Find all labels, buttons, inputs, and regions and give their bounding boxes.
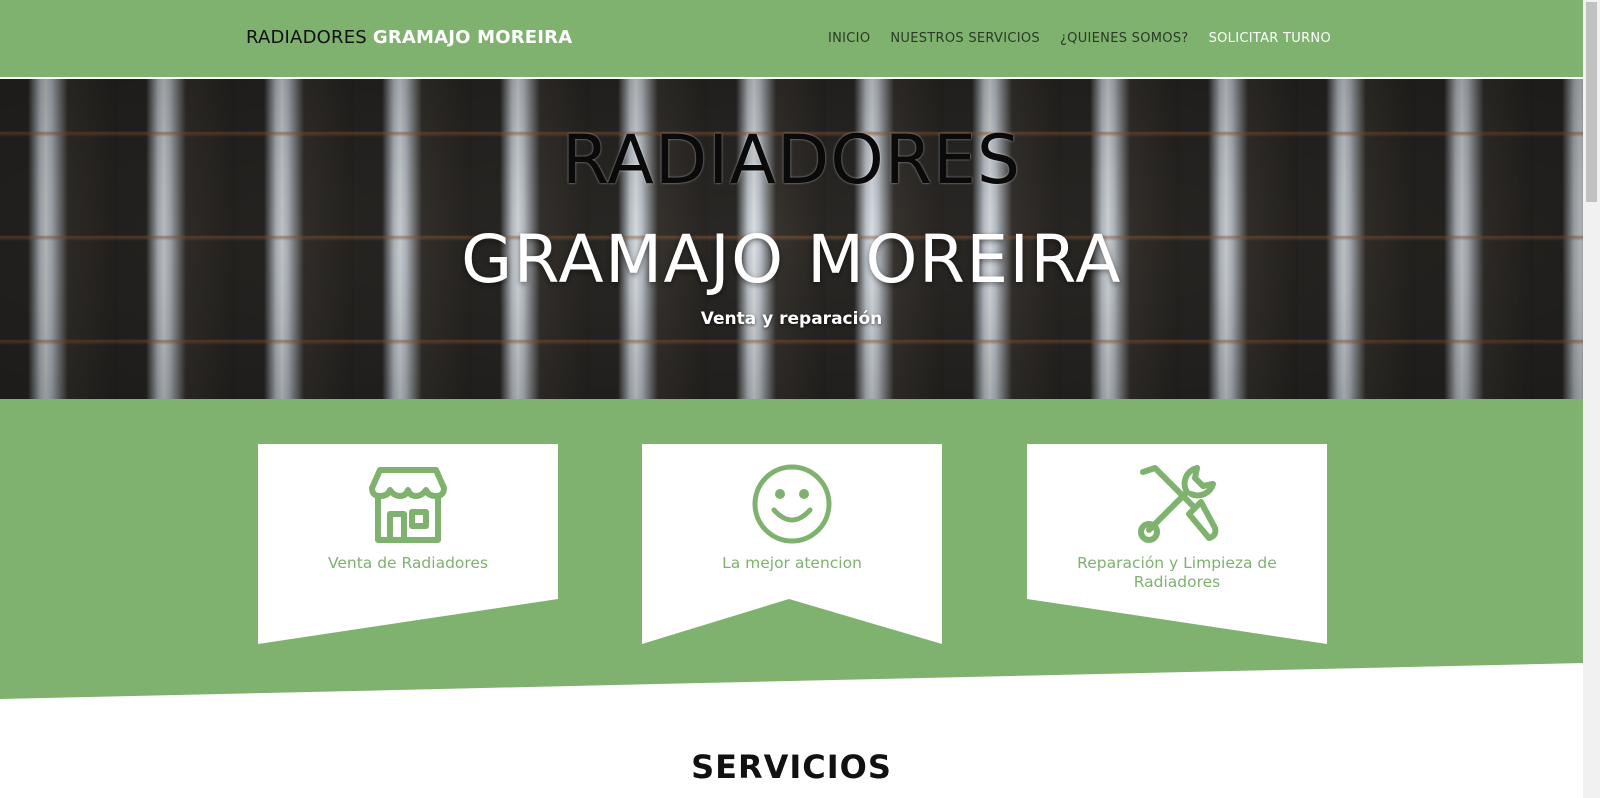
store-icon [369,467,447,543]
brand-logo[interactable]: RADIADORES GRAMAJO MOREIRA [246,27,572,48]
main-nav: INICIO NUESTROS SERVICIOS ¿QUIENES SOMOS… [808,31,1331,46]
nav-link-solicitar-turno[interactable]: SOLICITAR TURNO [1209,31,1331,46]
page-scrollbar[interactable] [1583,0,1600,798]
features-section: Venta de Radiadores La mejor atencion Re… [0,399,1583,699]
tools-icon [1138,465,1219,543]
hero-title-line-2: GRAMAJO MOREIRA [461,221,1122,298]
feature-label-atencion: La mejor atencion [722,554,862,572]
feature-card-venta: Venta de Radiadores [258,444,558,644]
feature-card-reparacion: Reparación y Limpieza de Radiadores [1027,444,1327,644]
smiley-icon [752,464,832,544]
hero-title-line-1: RADIADORES [561,121,1022,200]
scrollbar-thumb[interactable] [1586,2,1597,202]
feature-label-venta: Venta de Radiadores [327,554,489,572]
hero-subtitle: Venta y reparación [700,309,883,329]
brand-light-text: GRAMAJO MOREIRA [372,27,573,48]
navbar: RADIADORES GRAMAJO MOREIRA INICIO NUESTR… [0,0,1583,78]
nav-link-inicio[interactable]: INICIO [828,31,870,46]
feature-label-reparacion: Reparación y Limpieza de Radiadores [1077,554,1277,591]
nav-link-quienes-somos[interactable]: ¿QUIENES SOMOS? [1060,31,1189,46]
brand-dark-text: RADIADORES [246,27,367,48]
feature-card-atencion: La mejor atencion [642,444,942,644]
hero-banner: RADIADORES GRAMAJO MOREIRA Venta y repar… [0,79,1583,399]
hero-content: RADIADORES GRAMAJO MOREIRA Venta y repar… [0,79,1583,399]
nav-link-servicios[interactable]: NUESTROS SERVICIOS [890,31,1040,46]
services-heading: SERVICIOS [691,748,892,786]
